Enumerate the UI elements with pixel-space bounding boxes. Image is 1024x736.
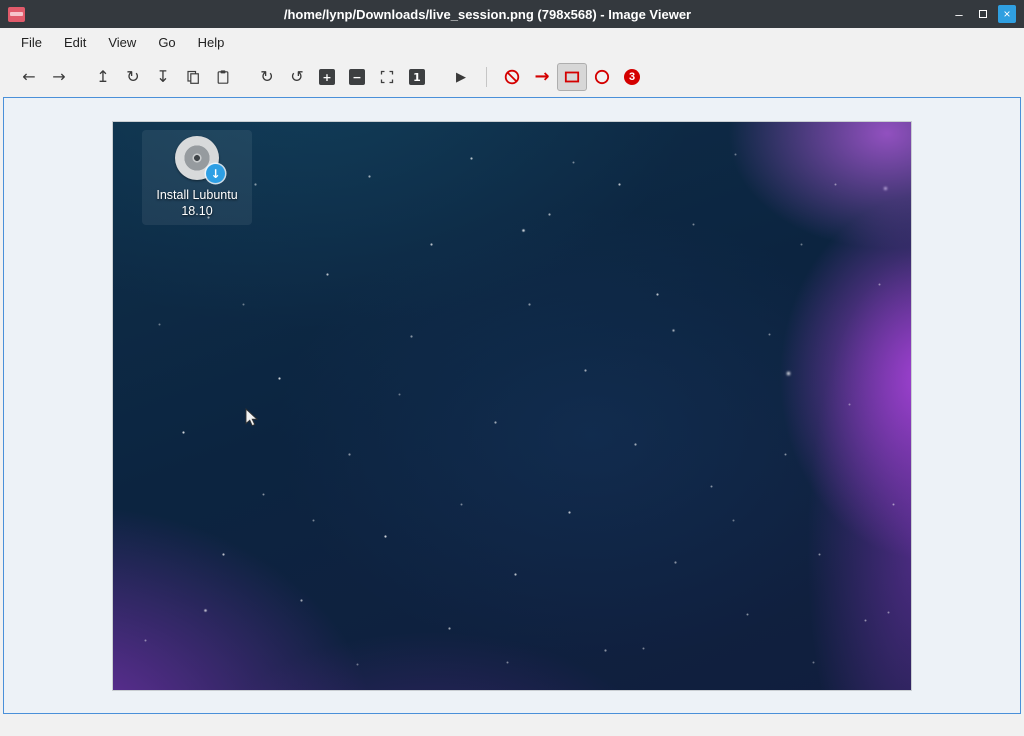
rotate-counterclockwise-icon: ↺ <box>290 69 303 85</box>
circle-annotation-icon <box>593 68 611 86</box>
statusbar <box>0 714 1024 736</box>
maximize-icon <box>979 10 987 18</box>
copy-icon <box>185 69 201 85</box>
menubar: File Edit View Go Help <box>0 28 1024 57</box>
upload-button[interactable]: ↥ <box>88 63 118 91</box>
mouse-cursor-icon <box>245 408 258 428</box>
download-badge-icon: ↓ <box>206 164 225 183</box>
rotate-clockwise-icon: ↻ <box>260 69 273 85</box>
zoom-fit-icon <box>379 69 395 85</box>
zoom-original-button[interactable]: 1 <box>402 63 432 91</box>
menu-go[interactable]: Go <box>147 30 186 55</box>
rectangle-annotation-icon <box>563 68 581 86</box>
titlebar[interactable]: /home/lynp/Downloads/live_session.png (7… <box>0 0 1024 28</box>
window-title: /home/lynp/Downloads/live_session.png (7… <box>25 7 950 22</box>
rotate-clockwise-button[interactable]: ↻ <box>252 63 282 91</box>
save-button[interactable]: ↧ <box>148 63 178 91</box>
zoom-in-icon: + <box>319 69 335 85</box>
image-viewport[interactable]: ↓ Install Lubuntu 18.10 <box>3 97 1021 714</box>
desktop-icon-install-lubuntu: ↓ Install Lubuntu 18.10 <box>142 130 252 225</box>
previous-icon: ← <box>22 69 35 85</box>
cd-disc-icon: ↓ <box>175 136 219 180</box>
annotation-number-button[interactable]: 3 <box>617 63 647 91</box>
next-icon: → <box>52 69 65 85</box>
play-icon: ▶ <box>456 71 466 84</box>
menu-view[interactable]: View <box>97 30 147 55</box>
slideshow-button[interactable]: ▶ <box>446 63 476 91</box>
menu-file[interactable]: File <box>10 30 53 55</box>
window-controls: – × <box>950 5 1016 23</box>
desktop-icon-label: Install Lubuntu 18.10 <box>144 187 250 220</box>
annotation-arrow-button[interactable]: → <box>527 63 557 91</box>
menu-edit[interactable]: Edit <box>53 30 97 55</box>
starfield-bright <box>113 122 114 123</box>
toolbar: ← → ↥ ↻ ↧ ↻ <box>0 57 1024 97</box>
save-icon: ↧ <box>156 69 169 85</box>
menu-help[interactable]: Help <box>187 30 236 55</box>
reload-icon: ↻ <box>126 69 139 85</box>
zoom-out-icon: − <box>349 69 365 85</box>
annotation-none-button[interactable] <box>497 63 527 91</box>
close-button[interactable]: × <box>998 5 1016 23</box>
next-button[interactable]: → <box>44 63 74 91</box>
paste-button[interactable] <box>208 63 238 91</box>
reload-button[interactable]: ↻ <box>118 63 148 91</box>
zoom-out-button[interactable]: − <box>342 63 372 91</box>
minimize-button[interactable]: – <box>950 5 968 23</box>
zoom-original-icon: 1 <box>409 69 425 85</box>
copy-button[interactable] <box>178 63 208 91</box>
zoom-fit-button[interactable] <box>372 63 402 91</box>
displayed-image[interactable]: ↓ Install Lubuntu 18.10 <box>113 122 911 690</box>
number-annotation-icon: 3 <box>624 69 640 85</box>
maximize-button[interactable] <box>974 5 992 23</box>
arrow-annotation-icon: → <box>534 68 549 86</box>
rotate-counterclockwise-button[interactable]: ↺ <box>282 63 312 91</box>
no-annotation-icon <box>503 68 521 86</box>
toolbar-separator <box>486 67 487 87</box>
paste-icon <box>215 69 231 85</box>
annotation-circle-button[interactable] <box>587 63 617 91</box>
previous-button[interactable]: ← <box>14 63 44 91</box>
zoom-in-button[interactable]: + <box>312 63 342 91</box>
annotation-rectangle-button[interactable] <box>557 63 587 91</box>
image-viewer-window: /home/lynp/Downloads/live_session.png (7… <box>0 0 1024 736</box>
upload-icon: ↥ <box>96 69 109 85</box>
app-icon <box>8 7 25 22</box>
